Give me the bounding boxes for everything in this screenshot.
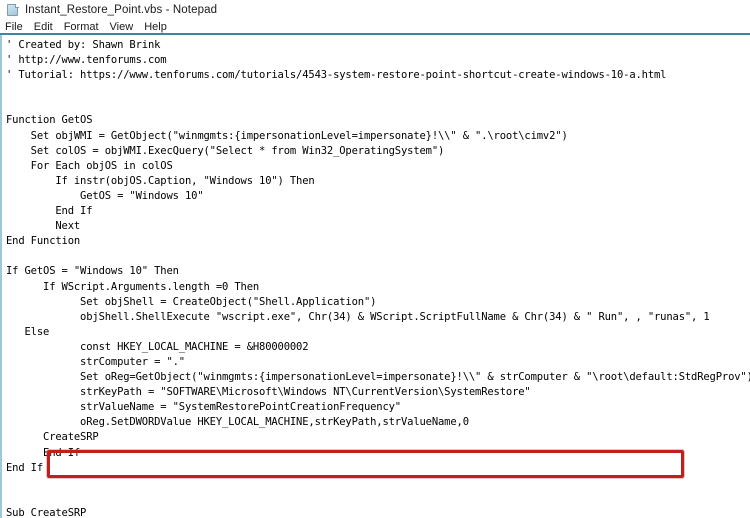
notepad-document-icon — [6, 3, 19, 17]
menu-item-view[interactable]: View — [110, 20, 140, 34]
text-editor-area[interactable]: ' Created by: Shawn Brink ' http://www.t… — [2, 35, 750, 518]
notepad-icon-fold — [15, 3, 19, 8]
menu-bar: File Edit Format View Help — [0, 20, 750, 34]
title-bar[interactable]: Instant_Restore_Point.vbs - Notepad — [0, 0, 750, 20]
window-title: Instant_Restore_Point.vbs - Notepad — [25, 4, 218, 16]
menu-item-edit[interactable]: Edit — [34, 20, 59, 34]
menu-item-format[interactable]: Format — [64, 20, 105, 34]
script-text[interactable]: ' Created by: Shawn Brink ' http://www.t… — [2, 35, 750, 518]
menu-item-file[interactable]: File — [5, 20, 29, 34]
notepad-window: Instant_Restore_Point.vbs - Notepad File… — [0, 0, 750, 518]
script-text-content: ' Created by: Shawn Brink ' http://www.t… — [6, 39, 750, 518]
menu-item-help[interactable]: Help — [144, 20, 173, 34]
